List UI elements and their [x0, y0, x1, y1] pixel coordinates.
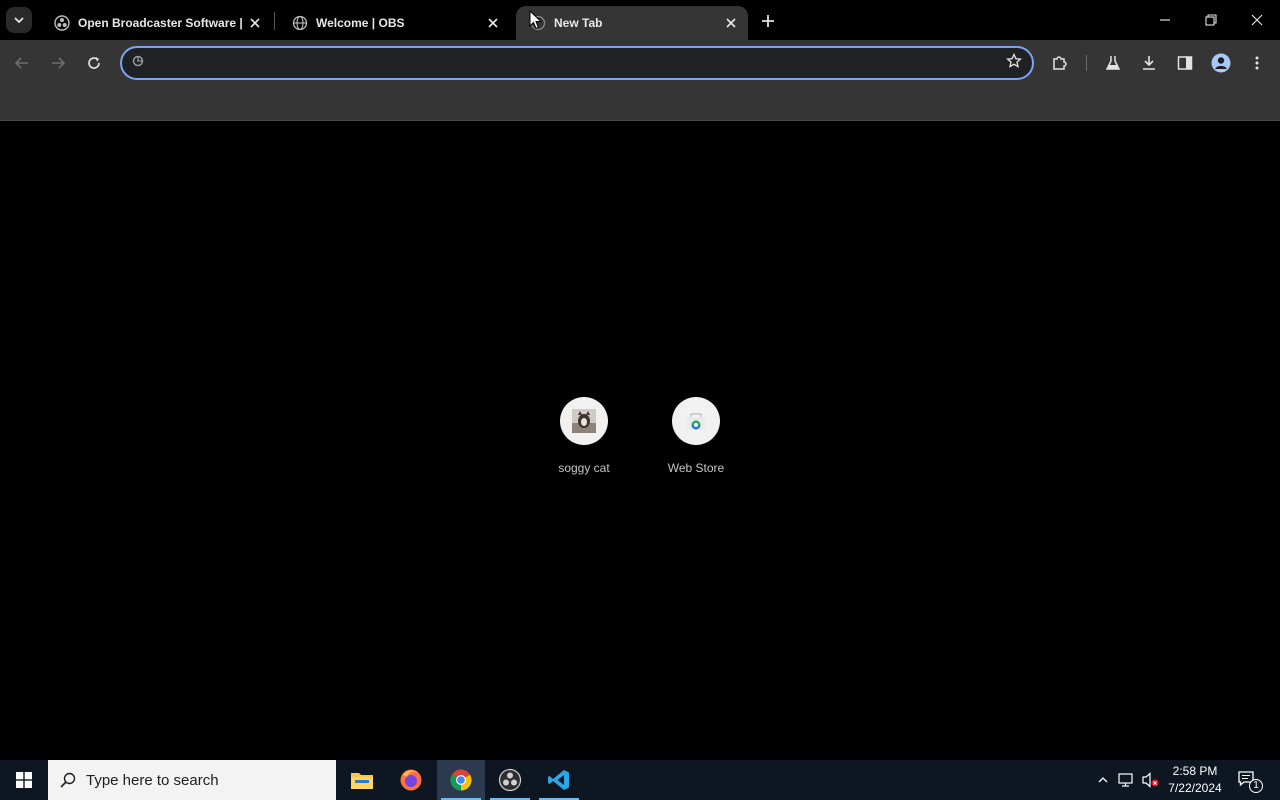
bookmark-star-icon[interactable]	[1006, 52, 1022, 74]
vscode-icon	[548, 770, 569, 790]
new-tab-page: soggy cat Web Store	[0, 121, 1280, 760]
taskbar-search-box[interactable]: Type here to search	[48, 760, 336, 800]
more-vert-icon	[1255, 56, 1259, 70]
windows-taskbar: Type here to search 2:58 PM 7/22/2024 1	[0, 760, 1280, 800]
close-tab-icon[interactable]	[484, 14, 502, 32]
back-button[interactable]	[8, 49, 36, 77]
tab-strip: Open Broadcaster Software | O Welcome | …	[0, 0, 1280, 40]
volume-button[interactable]	[1141, 770, 1161, 790]
tab-title: Welcome | OBS	[316, 16, 405, 30]
labs-button[interactable]	[1099, 49, 1127, 77]
taskbar-app-firefox[interactable]	[387, 760, 435, 800]
toolbar-divider	[1086, 55, 1087, 71]
show-hidden-icons-button[interactable]	[1093, 770, 1113, 790]
search-placeholder: Type here to search	[86, 771, 219, 789]
clock-date: 7/22/2024	[1168, 781, 1222, 795]
search-engine-icon	[132, 54, 144, 72]
mouse-cursor-icon	[529, 10, 543, 30]
browser-toolbar	[0, 40, 1280, 86]
arrow-right-icon	[52, 57, 66, 69]
chevron-up-icon	[1098, 777, 1108, 783]
downloads-button[interactable]	[1135, 49, 1163, 77]
chrome-icon	[450, 769, 472, 791]
forward-button[interactable]	[44, 49, 72, 77]
search-icon	[60, 772, 76, 788]
extensions-button[interactable]	[1046, 49, 1074, 77]
close-window-button[interactable]	[1234, 0, 1280, 40]
tab-search-button[interactable]	[6, 7, 32, 33]
globe-icon	[292, 15, 308, 31]
close-icon	[1251, 14, 1263, 26]
address-input[interactable]	[152, 54, 1006, 72]
profile-button[interactable]	[1207, 49, 1235, 77]
notification-count-badge: 1	[1249, 779, 1263, 793]
shortcut-tile[interactable]	[560, 397, 608, 445]
start-button[interactable]	[0, 760, 48, 800]
close-tab-icon[interactable]	[722, 14, 740, 32]
tab-obs-site[interactable]: Open Broadcaster Software | O	[40, 6, 272, 40]
obs-icon	[498, 768, 522, 792]
plus-icon	[762, 15, 774, 27]
network-status-button[interactable]	[1117, 770, 1137, 790]
network-icon	[1118, 773, 1133, 787]
arrow-left-icon	[14, 57, 28, 69]
tab-welcome-obs[interactable]: Welcome | OBS	[278, 6, 510, 40]
shortcut-web-store[interactable]: Web Store	[640, 397, 752, 475]
reload-button[interactable]	[80, 49, 108, 77]
reload-icon	[88, 57, 100, 69]
clock-time: 2:58 PM	[1172, 764, 1218, 778]
firefox-icon	[400, 769, 422, 791]
shortcut-label: Web Store	[667, 461, 725, 475]
tab-new-tab[interactable]: New Tab	[516, 6, 748, 40]
tab-separator	[274, 12, 275, 30]
minimize-icon	[1160, 19, 1170, 21]
address-bar[interactable]	[120, 46, 1034, 80]
avatar-icon	[1211, 53, 1231, 73]
minimize-button[interactable]	[1142, 0, 1188, 40]
action-center-button[interactable]: 1	[1236, 768, 1263, 793]
windows-logo-icon	[16, 772, 32, 788]
puzzle-icon	[1053, 56, 1067, 70]
download-icon	[1143, 56, 1155, 70]
obs-favicon-icon	[54, 15, 70, 31]
new-tab-button[interactable]	[756, 9, 780, 33]
chevron-down-icon	[14, 17, 24, 24]
tab-title: Open Broadcaster Software | O	[78, 16, 246, 30]
menu-button[interactable]	[1243, 49, 1271, 77]
restore-button[interactable]	[1188, 0, 1234, 40]
taskbar-app-obs-studio[interactable]	[486, 760, 534, 800]
close-tab-icon[interactable]	[246, 14, 264, 32]
side-panel-icon	[1177, 56, 1193, 70]
bookmarks-bar	[0, 86, 1280, 121]
shortcut-soggy-cat[interactable]: soggy cat	[528, 397, 640, 475]
side-panel-button[interactable]	[1171, 49, 1199, 77]
restore-icon	[1205, 14, 1217, 26]
cat-photo-thumbnail-icon	[572, 409, 596, 433]
taskbar-app-file-explorer[interactable]	[338, 760, 386, 800]
taskbar-app-chrome[interactable]	[437, 760, 485, 800]
volume-muted-icon	[1142, 772, 1159, 788]
flask-icon	[1105, 56, 1121, 70]
tab-title: New Tab	[554, 16, 603, 30]
taskbar-app-vscode[interactable]	[535, 760, 583, 800]
chrome-web-store-icon	[687, 413, 705, 430]
shortcut-tile[interactable]	[672, 397, 720, 445]
folder-icon	[351, 773, 373, 789]
shortcut-label: soggy cat	[558, 461, 610, 475]
taskbar-clock[interactable]: 2:58 PM 7/22/2024	[1160, 763, 1230, 797]
